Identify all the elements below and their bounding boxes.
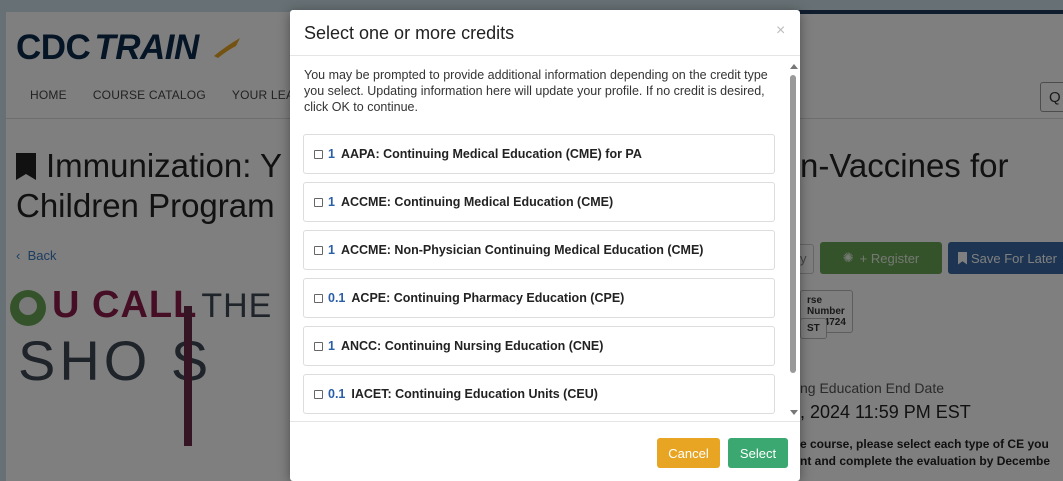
select-button[interactable]: Select (728, 438, 788, 468)
credit-name: ACCME: Continuing Medical Education (CME… (340, 195, 614, 209)
modal-title: Select one or more credits (304, 23, 515, 43)
credit-amount: 0.1 (328, 387, 346, 401)
modal-header: Select one or more credits × (290, 10, 800, 56)
scroll-up-arrow-icon[interactable] (790, 64, 798, 69)
credit-name: IACET: Continuing Education Units (CEU) (351, 387, 598, 401)
checkbox[interactable] (314, 197, 323, 207)
credit-amount: 0.1 (328, 291, 346, 305)
credit-amount: 1 (328, 195, 335, 209)
scrollbar-thumb[interactable] (790, 75, 796, 373)
select-credits-modal: Select one or more credits × You may be … (290, 10, 800, 481)
credit-option-acpe[interactable]: 0.1 ACPE: Continuing Pharmacy Education … (303, 278, 775, 318)
credit-name: ACCME: Non-Physician Continuing Medical … (340, 243, 704, 257)
scroll-down-arrow-icon[interactable] (790, 410, 798, 415)
checkbox[interactable] (314, 149, 323, 159)
credit-option-accme-cme[interactable]: 1 ACCME: Continuing Medical Education (C… (303, 182, 775, 222)
credit-name: ANCC: Continuing Nursing Education (CNE) (340, 339, 604, 353)
checkbox[interactable] (314, 245, 323, 255)
checkbox[interactable] (314, 389, 323, 399)
credit-option-aapa[interactable]: 1 AAPA: Continuing Medical Education (CM… (303, 134, 775, 174)
credit-option-ancc[interactable]: 1 ANCC: Continuing Nursing Education (CN… (303, 326, 775, 366)
credit-option-accme-non-physician[interactable]: 1 ACCME: Non-Physician Continuing Medica… (303, 230, 775, 270)
modal-intro-text: You may be prompted to provide additiona… (304, 68, 768, 114)
modal-body: You may be prompted to provide additiona… (290, 57, 800, 421)
modal-scrollbar[interactable] (787, 57, 800, 421)
credit-amount: 1 (328, 147, 335, 161)
close-icon[interactable]: × (776, 22, 785, 40)
checkbox[interactable] (314, 293, 323, 303)
credit-name: AAPA: Continuing Medical Education (CME)… (340, 147, 642, 161)
modal-footer: Cancel Select (290, 421, 800, 481)
cancel-button[interactable]: Cancel (657, 438, 720, 468)
checkbox[interactable] (314, 341, 323, 351)
credit-option-iacet[interactable]: 0.1 IACET: Continuing Education Units (C… (303, 374, 775, 414)
credit-name: ACPE: Continuing Pharmacy Education (CPE… (351, 291, 625, 305)
credit-amount: 1 (328, 243, 335, 257)
credit-amount: 1 (328, 339, 335, 353)
